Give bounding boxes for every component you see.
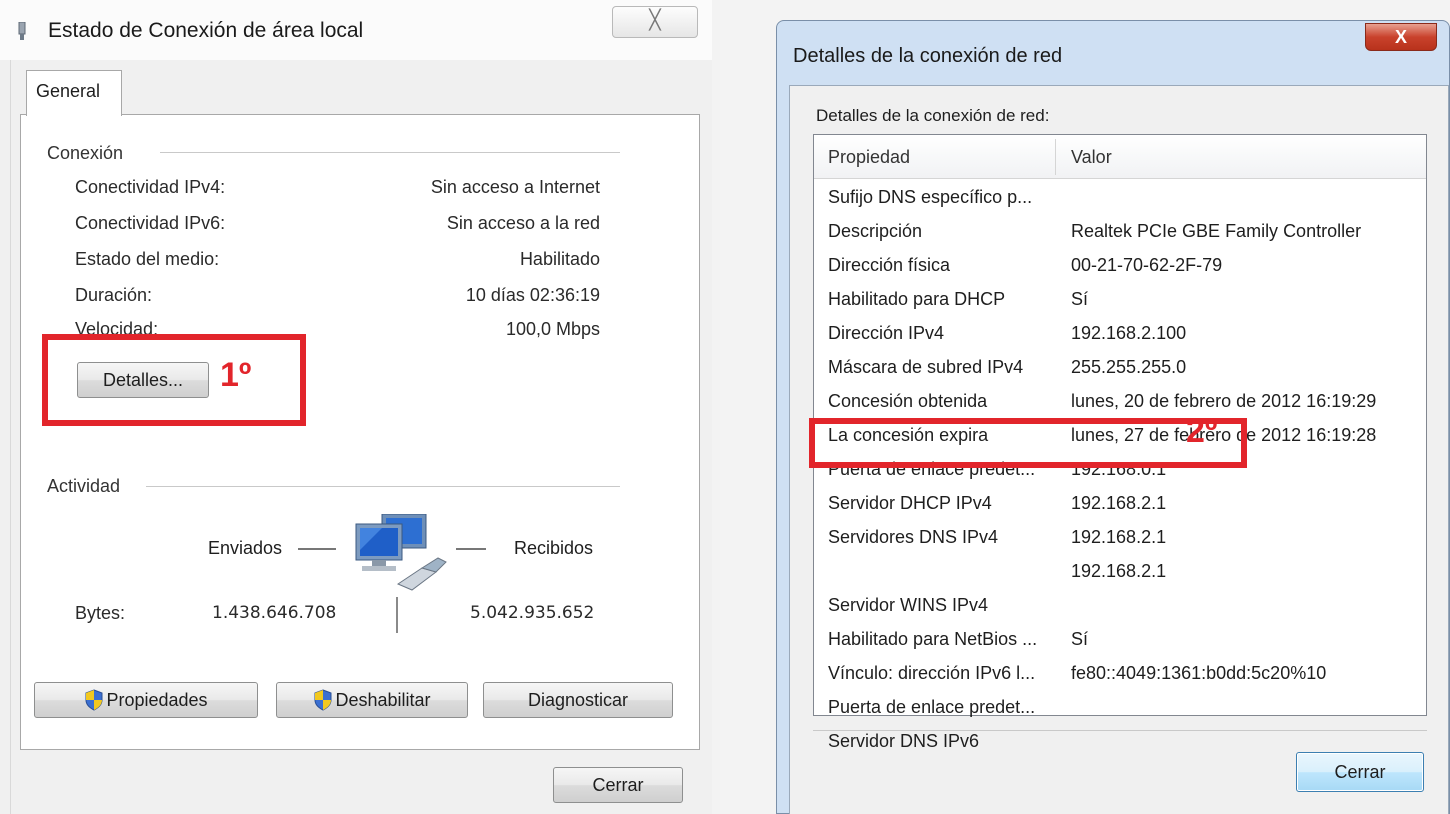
close-button[interactable]: Cerrar	[1296, 752, 1424, 792]
list-item[interactable]: Descripción Realtek PCIe GBE Family Contr…	[814, 217, 1426, 249]
column-header-value[interactable]: Valor	[1071, 147, 1112, 168]
ipv6-connectivity-label: Conectividad IPv6:	[75, 213, 226, 233]
list-item[interactable]: 192.168.2.1	[814, 557, 1426, 589]
annotation-mark-1: 1º	[220, 356, 252, 394]
connection-group-label: Conexión	[47, 143, 136, 164]
list-item[interactable]: Servidores DNS IPv4 192.168.2.1	[814, 523, 1426, 555]
list-item[interactable]: Dirección IPv4 192.168.2.100	[814, 319, 1426, 351]
list-item-property: Dirección IPv4	[828, 323, 945, 343]
disable-button[interactable]: Deshabilitar	[276, 682, 468, 718]
network-adapter-icon	[18, 22, 26, 40]
bytes-sent-value: 1.438.646.708	[212, 603, 337, 623]
general-tab-panel	[20, 114, 700, 750]
uac-shield-icon	[85, 689, 103, 711]
received-line	[456, 548, 486, 550]
list-item-property: Dirección física	[828, 255, 951, 275]
list-item-value: 255.255.255.0	[1071, 357, 1187, 377]
activity-group-line	[146, 486, 620, 487]
list-item-value: Realtek PCIe GBE Family Controller	[1071, 221, 1362, 241]
annotation-mark-2: 2º	[1186, 412, 1218, 450]
bytes-separator	[396, 597, 398, 633]
ipv4-connectivity-value: Sin acceso a Internet	[430, 177, 600, 197]
list-item-property: Habilitado para DHCP	[828, 289, 1006, 309]
properties-button-label: Propiedades	[106, 689, 208, 710]
list-item-property: Descripción	[828, 221, 923, 241]
list-item-value: 192.168.2.100	[1071, 323, 1187, 343]
window-title: Estado de Conexión de área local	[48, 19, 364, 42]
list-item-property: Servidor WINS IPv4	[828, 595, 989, 615]
bytes-label: Bytes:	[75, 603, 126, 623]
list-item-value: Sí	[1071, 629, 1089, 649]
list-item-property: Concesión obtenida	[828, 391, 988, 411]
list-item-value: 00-21-70-62-2F-79	[1071, 255, 1223, 275]
diagnose-button[interactable]: Diagnosticar	[483, 682, 673, 718]
list-item[interactable]: Servidor DHCP IPv4 192.168.2.1	[814, 489, 1426, 521]
list-item-value: 192.168.2.1	[1071, 493, 1167, 513]
list-item[interactable]: Vínculo: dirección IPv6 l... fe80::4049:1…	[814, 659, 1426, 691]
ipv4-connectivity-label: Conectividad IPv4:	[75, 177, 226, 197]
list-item[interactable]: Habilitado para DHCP Sí	[814, 285, 1426, 317]
sent-line	[298, 548, 336, 550]
list-header: Propiedad Valor	[814, 135, 1426, 179]
ipv6-connectivity-value: Sin acceso a la red	[446, 213, 600, 233]
list-item[interactable]: Concesión obtenida lunes, 20 de febrero d…	[814, 387, 1426, 419]
list-item-property: Sufijo DNS específico p...	[828, 187, 1033, 207]
activity-group-label: Actividad	[47, 476, 133, 497]
list-item-property: Máscara de subred IPv4	[828, 357, 1024, 377]
properties-button[interactable]: Propiedades	[34, 682, 258, 718]
duration-value: 10 días 02:36:19	[465, 285, 600, 305]
network-activity-icon	[355, 514, 447, 591]
title-bar[interactable]: Estado de Conexión de área local ╳	[0, 0, 712, 60]
media-state-label: Estado del medio:	[75, 249, 220, 269]
list-item-property: Servidor DHCP IPv4	[828, 493, 992, 513]
disable-button-label: Deshabilitar	[335, 689, 431, 710]
column-separator[interactable]	[1055, 139, 1056, 175]
speed-value: 100,0 Mbps	[505, 319, 600, 339]
list-item-property: Servidor DNS IPv6	[828, 731, 980, 751]
tab-general[interactable]: General	[26, 70, 122, 116]
bytes-received-value: 5.042.935.652	[470, 603, 595, 623]
media-state-value: Habilitado	[519, 249, 600, 269]
close-window-button[interactable]: ╳	[612, 6, 698, 38]
list-item[interactable]: Dirección física 00-21-70-62-2F-79	[814, 251, 1426, 283]
list-item[interactable]: Habilitado para NetBios ... Sí	[814, 625, 1426, 657]
list-item-value: 192.168.2.1	[1071, 561, 1167, 581]
list-item-property: Vínculo: dirección IPv6 l...	[828, 663, 1036, 683]
details-window-title: Detalles de la conexión de red	[793, 45, 1063, 67]
annotation-box-1	[42, 334, 306, 426]
list-item[interactable]: Máscara de subred IPv4 255.255.255.0	[814, 353, 1426, 385]
list-item-value: lunes, 20 de febrero de 2012 16:19:29	[1071, 391, 1377, 411]
connection-group-line	[160, 152, 620, 153]
duration-label: Duración:	[75, 285, 153, 305]
list-item[interactable]: Servidor WINS IPv4	[814, 591, 1426, 623]
received-label: Recibidos	[514, 538, 594, 558]
column-header-property[interactable]: Propiedad	[828, 147, 910, 168]
list-item-property: Servidores DNS IPv4	[828, 527, 999, 547]
list-item[interactable]: Puerta de enlace predet...	[814, 693, 1426, 725]
close-button[interactable]: Cerrar	[553, 767, 683, 803]
details-bottom-separator	[813, 730, 1427, 731]
list-item[interactable]: Sufijo DNS específico p...	[814, 183, 1426, 215]
list-item-value: fe80::4049:1361:b0dd:5c20%10	[1071, 663, 1327, 683]
list-item-property: Puerta de enlace predet...	[828, 697, 1036, 717]
details-caption: Detalles de la conexión de red:	[816, 106, 1050, 125]
list-item-property: Habilitado para NetBios ...	[828, 629, 1038, 649]
list-item-value: Sí	[1071, 289, 1089, 309]
list-item-value: 192.168.2.1	[1071, 527, 1167, 547]
annotation-box-2	[809, 418, 1247, 468]
uac-shield-icon	[314, 689, 332, 711]
close-window-button[interactable]: X	[1365, 23, 1437, 51]
sent-label: Enviados	[208, 538, 283, 558]
